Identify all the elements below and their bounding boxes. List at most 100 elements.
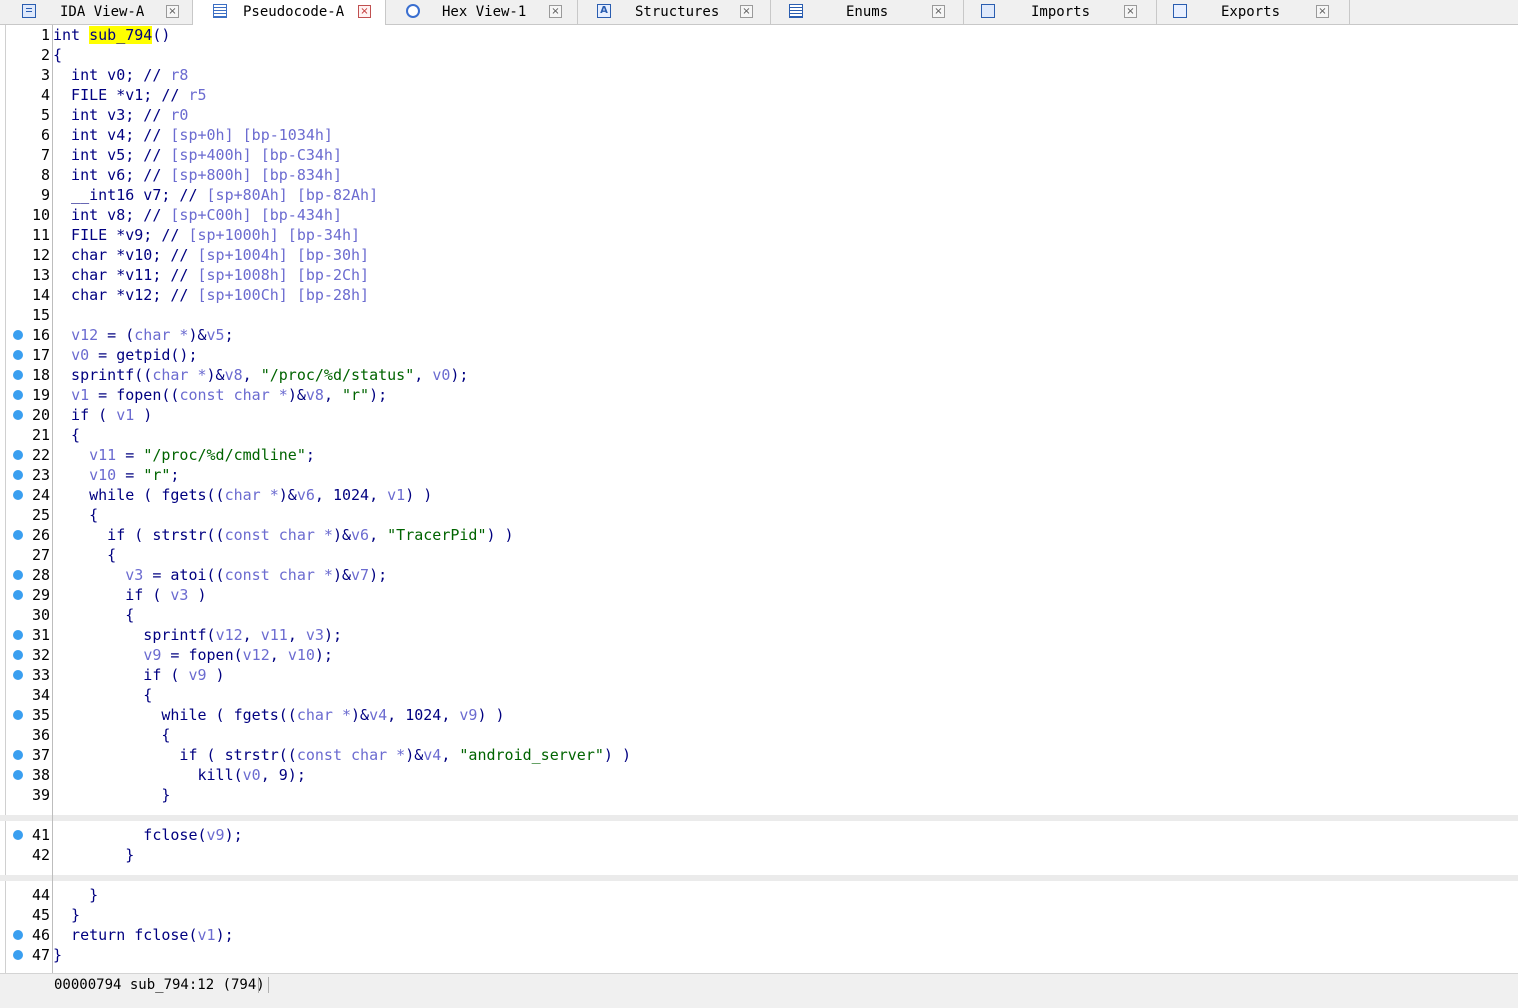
code-line[interactable]: 46 return fclose(v1); <box>0 925 1518 945</box>
code-token: char *v12; // <box>53 286 198 304</box>
close-icon[interactable]: × <box>1124 5 1137 18</box>
code-line[interactable]: 34 { <box>0 685 1518 705</box>
code-line[interactable]: 45 } <box>0 905 1518 925</box>
code-line[interactable]: 33 if ( v9 ) <box>0 665 1518 685</box>
code-line[interactable]: 25 { <box>0 505 1518 525</box>
code-token: ) <box>188 586 207 604</box>
code-line[interactable]: 28 v3 = atoi((const char *)&v7); <box>0 565 1518 585</box>
code-line[interactable]: 15 <box>0 305 1518 325</box>
tab-exports[interactable]: Exports × <box>1157 0 1350 24</box>
code-line[interactable]: 27 { <box>0 545 1518 565</box>
line-number: 31 <box>31 626 50 644</box>
code-line[interactable]: 31 sprintf(v12, v11, v3); <box>0 625 1518 645</box>
line-number: 25 <box>31 506 50 524</box>
code-line[interactable]: 16 v12 = (char *)&v5; <box>0 325 1518 345</box>
code-line[interactable]: 36 { <box>0 725 1518 745</box>
code-line[interactable]: 5 int v3; // r0 <box>0 105 1518 125</box>
line-number: 18 <box>31 366 50 384</box>
code-token: ); <box>369 566 388 584</box>
code-line[interactable]: 32 v9 = fopen(v12, v10); <box>0 645 1518 665</box>
code-token: { <box>53 726 171 744</box>
close-icon[interactable]: × <box>358 5 371 18</box>
code-line[interactable]: 18 sprintf((char *)&v8, "/proc/%d/status… <box>0 365 1518 385</box>
code-line[interactable]: 24 while ( fgets((char *)&v6, 1024, v1) … <box>0 485 1518 505</box>
code-line[interactable]: 9 __int16 v7; // [sp+80Ah] [bp-82Ah] <box>0 185 1518 205</box>
line-number: 24 <box>31 486 50 504</box>
code-line[interactable]: 6 int v4; // [sp+0h] [bp-1034h] <box>0 125 1518 145</box>
code-text: while ( fgets((char *)&v4, 1024, v9) ) <box>53 705 504 725</box>
code-token: "/proc/%d/cmdline" <box>143 446 306 464</box>
tab-ida-view-a[interactable]: IDA View-A × <box>0 0 193 24</box>
code-line[interactable]: 11 FILE *v9; // [sp+1000h] [bp-34h] <box>0 225 1518 245</box>
fold-separator[interactable] <box>0 815 1518 821</box>
code-line[interactable]: 39 } <box>0 785 1518 805</box>
code-token: ; <box>224 326 234 344</box>
code-token: v4 <box>369 706 388 724</box>
close-icon[interactable]: × <box>932 5 945 18</box>
code-line[interactable]: 37 if ( strstr((const char *)&v4, "andro… <box>0 745 1518 765</box>
code-line[interactable]: 38 kill(v0, 9); <box>0 765 1518 785</box>
line-number: 45 <box>31 906 50 924</box>
line-number: 12 <box>31 246 50 264</box>
code-line[interactable]: 12 char *v10; // [sp+1004h] [bp-30h] <box>0 245 1518 265</box>
code-line[interactable]: 29 if ( v3 ) <box>0 585 1518 605</box>
line-number: 7 <box>40 146 50 164</box>
tab-pseudocode-a[interactable]: Pseudocode-A × <box>193 0 386 25</box>
code-line[interactable]: 42 } <box>0 845 1518 865</box>
code-line[interactable]: 3 int v0; // r8 <box>0 65 1518 85</box>
code-line[interactable]: 10 int v8; // [sp+C00h] [bp-434h] <box>0 205 1518 225</box>
code-text: { <box>53 505 98 525</box>
code-token: v6 <box>296 486 315 504</box>
code-text: __int16 v7; // [sp+80Ah] [bp-82Ah] <box>53 185 378 205</box>
code-line[interactable]: 13 char *v11; // [sp+1008h] [bp-2Ch] <box>0 265 1518 285</box>
code-line[interactable]: 30 { <box>0 605 1518 625</box>
code-token: , <box>269 646 288 664</box>
code-line[interactable]: 1 int sub_794() <box>0 25 1518 45</box>
code-text: fclose(v9); <box>53 825 243 845</box>
code-line[interactable]: 21 { <box>0 425 1518 445</box>
code-line[interactable]: 47} <box>0 945 1518 965</box>
code-line[interactable]: 35 while ( fgets((char *)&v4, 1024, v9) … <box>0 705 1518 725</box>
tab-hex-view-1[interactable]: Hex View-1 × <box>386 0 578 24</box>
code-token: [sp+800h] [bp-834h] <box>170 166 342 184</box>
tab-structures[interactable]: A Structures × <box>578 0 771 24</box>
code-line[interactable]: 4 FILE *v1; // r5 <box>0 85 1518 105</box>
code-line[interactable]: 17 v0 = getpid(); <box>0 345 1518 365</box>
close-icon[interactable]: × <box>1316 5 1329 18</box>
code-token: v3 <box>125 566 144 584</box>
line-number: 46 <box>31 926 50 944</box>
line-number: 26 <box>31 526 50 544</box>
line-number: 14 <box>31 286 50 304</box>
code-line[interactable]: 8 int v6; // [sp+800h] [bp-834h] <box>0 165 1518 185</box>
code-token: v10 <box>89 466 117 484</box>
code-token: char * <box>152 366 207 384</box>
code-line[interactable]: 22 v11 = "/proc/%d/cmdline"; <box>0 445 1518 465</box>
code-token: v11 <box>89 446 117 464</box>
code-token: ); <box>224 826 243 844</box>
code-line[interactable]: 19 v1 = fopen((const char *)&v8, "r"); <box>0 385 1518 405</box>
line-number: 42 <box>31 846 50 864</box>
close-icon[interactable]: × <box>549 5 562 18</box>
close-icon[interactable]: × <box>740 5 753 18</box>
imports-icon <box>981 4 995 18</box>
code-text: if ( strstr((const char *)&v6, "TracerPi… <box>53 525 513 545</box>
code-line[interactable]: 14 char *v12; // [sp+100Ch] [bp-28h] <box>0 285 1518 305</box>
code-line[interactable]: 26 if ( strstr((const char *)&v6, "Trace… <box>0 525 1518 545</box>
code-line[interactable]: 2{ <box>0 45 1518 65</box>
code-line[interactable]: 20 if ( v1 ) <box>0 405 1518 425</box>
fold-separator[interactable] <box>0 875 1518 881</box>
tab-enums[interactable]: Enums × <box>771 0 964 24</box>
code-line[interactable]: 23 v10 = "r"; <box>0 465 1518 485</box>
code-text: v10 = "r"; <box>53 465 179 485</box>
code-token: , 9); <box>260 766 306 784</box>
code-text: char *v11; // [sp+1008h] [bp-2Ch] <box>53 265 369 285</box>
close-icon[interactable]: × <box>166 5 179 18</box>
code-line[interactable]: 7 int v5; // [sp+400h] [bp-C34h] <box>0 145 1518 165</box>
code-token: } <box>53 906 81 924</box>
code-line[interactable]: 41 fclose(v9); <box>0 825 1518 845</box>
code-line[interactable]: 44 } <box>0 885 1518 905</box>
code-text: int v3; // r0 <box>53 105 188 125</box>
tab-imports[interactable]: Imports × <box>964 0 1157 24</box>
code-text: int v0; // r8 <box>53 65 188 85</box>
